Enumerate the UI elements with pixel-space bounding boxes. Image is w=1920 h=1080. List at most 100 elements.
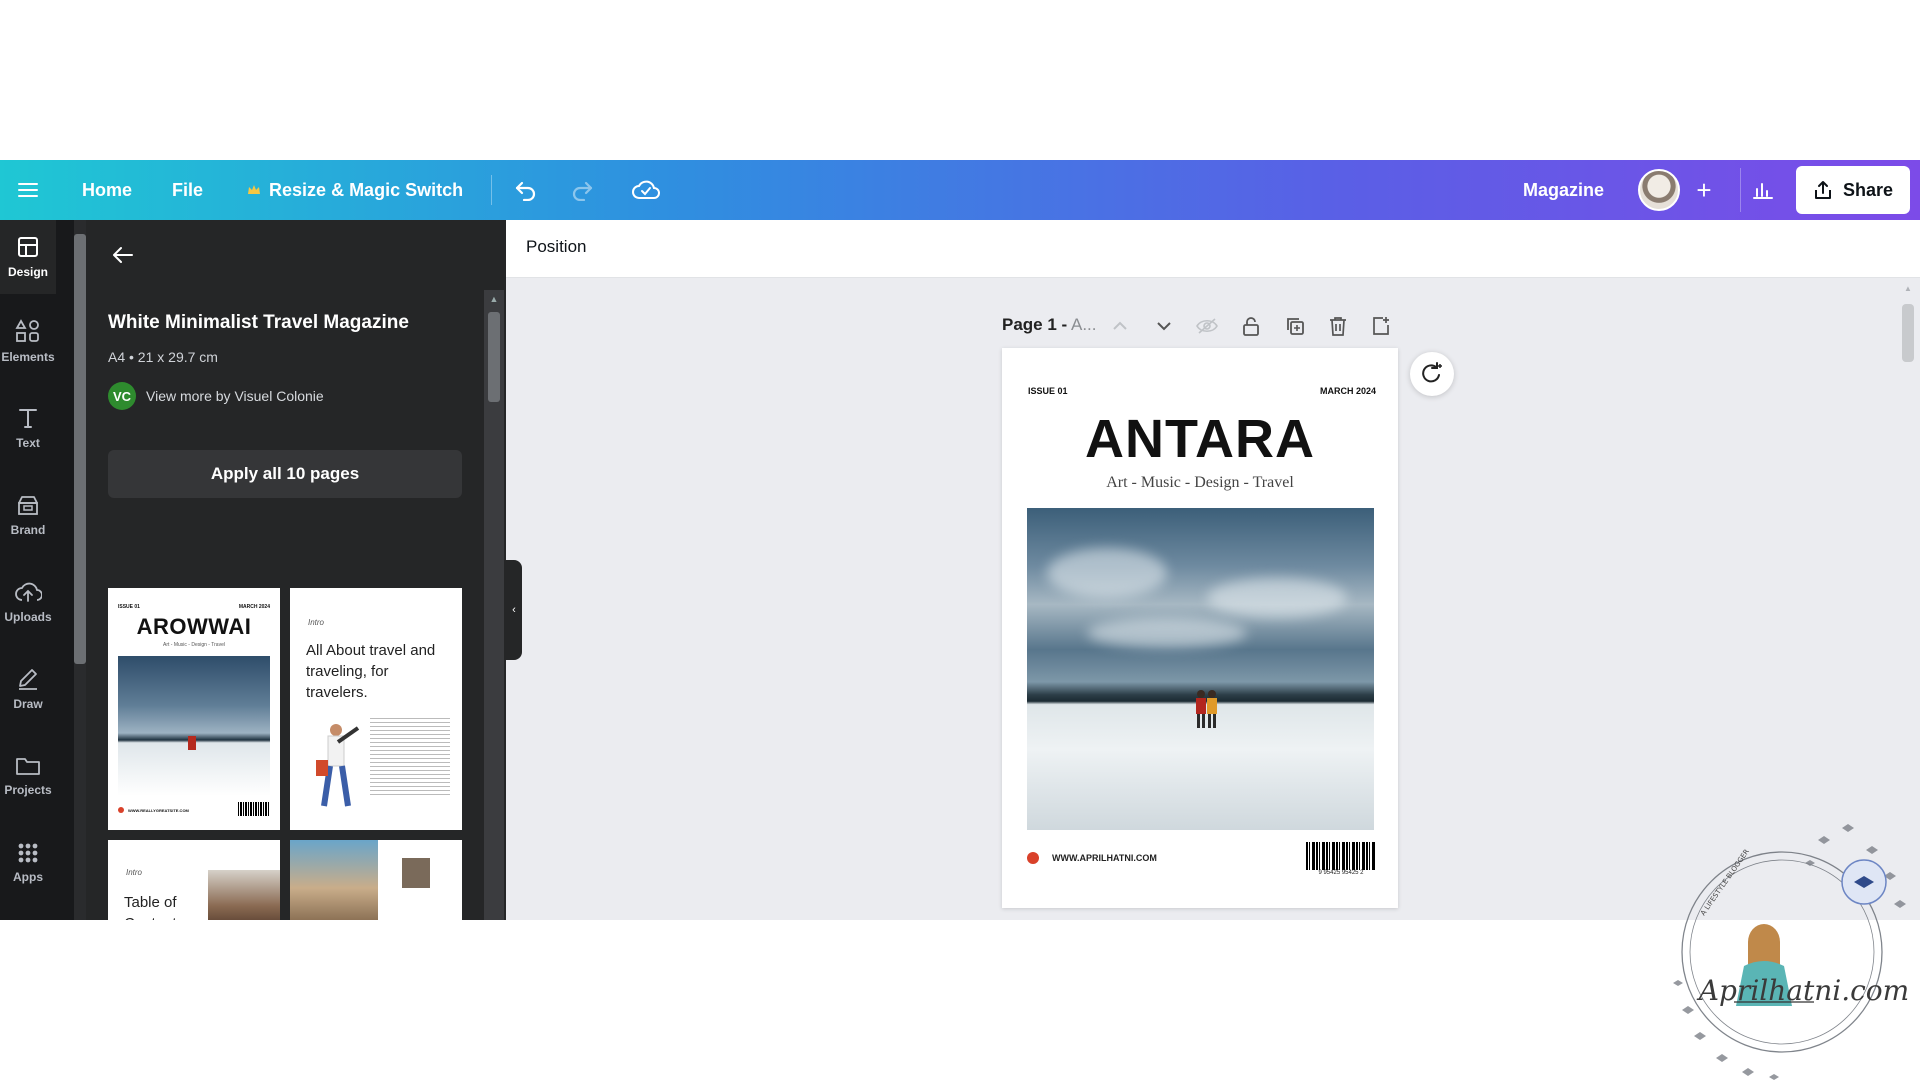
arrow-left-icon [113, 247, 133, 263]
watermark-tagline: A LIFESTYLE BLOGGER [1699, 848, 1751, 917]
thumb-photo [290, 840, 378, 920]
scroll-up-icon[interactable]: ▲ [1904, 284, 1912, 293]
issue-date[interactable]: MARCH 2024 [1320, 386, 1376, 396]
add-page-icon [1373, 317, 1389, 335]
redo-icon [573, 181, 593, 201]
home-label: Home [82, 179, 133, 200]
position-button[interactable]: Position [526, 237, 586, 257]
thumb-barcode [238, 802, 270, 816]
rail-label-design: Design [7, 265, 48, 279]
issue-number[interactable]: ISSUE 01 [1028, 386, 1068, 396]
side-rail: Design Elements Text Brand Uploads Draw … [0, 220, 86, 920]
back-button[interactable] [108, 240, 138, 270]
canva-editor: Home File Resize & Magic Switch Magazine… [0, 160, 1920, 920]
traveler-illustration [316, 724, 360, 807]
add-collaborator-button[interactable]: + [1686, 172, 1722, 208]
rail-label-elements: Elements [1, 350, 55, 364]
regenerate-button[interactable] [1410, 352, 1454, 396]
magazine-title[interactable]: ANTARA [1002, 408, 1398, 470]
rail-item-brand[interactable]: Brand [0, 478, 56, 552]
move-page-up-button[interactable] [1106, 312, 1134, 340]
thumb-photo [118, 656, 270, 796]
rail-item-elements[interactable]: Elements [0, 304, 56, 378]
hamburger-icon [18, 183, 38, 197]
folder-icon [16, 758, 40, 775]
top-bar: Home File Resize & Magic Switch Magazine… [0, 160, 1920, 220]
template-page-thumbnail[interactable]: Intro Table of Contents [108, 840, 280, 920]
file-menu[interactable]: File [172, 180, 203, 201]
cover-photo[interactable] [1027, 508, 1374, 830]
rail-label-apps: Apps [13, 870, 43, 884]
cloud-shape [1207, 578, 1347, 618]
collapse-panel-button[interactable]: ‹ [506, 560, 522, 660]
lock-page-button[interactable] [1237, 312, 1265, 340]
panel-scrollbar-thumb[interactable] [488, 312, 500, 402]
rail-scrollbar[interactable] [74, 234, 86, 664]
page-name: A... [1067, 315, 1097, 334]
rail-item-projects[interactable]: Projects [0, 739, 56, 813]
thumb-intro: Intro [308, 618, 325, 627]
delete-page-button[interactable] [1324, 312, 1352, 340]
resize-label: Resize & Magic Switch [269, 179, 464, 200]
avatar[interactable] [1638, 169, 1680, 211]
design-panel: White Minimalist Travel Magazine A4 • 21… [86, 220, 506, 920]
magazine-page[interactable]: ISSUE 01 MARCH 2024 ANTARA Art - Music -… [1002, 348, 1398, 908]
chevron-left-icon: ‹ [512, 604, 516, 616]
insights-button[interactable] [1740, 168, 1784, 212]
template-page-thumbnail[interactable]: Intro All About travel and traveling, fo… [290, 588, 462, 830]
thumb-dot [118, 807, 124, 813]
cloud-save-status[interactable] [626, 170, 666, 210]
undo-icon [515, 181, 536, 201]
thumb-url: WWW.REALLYGREATSITE.COM [128, 808, 189, 813]
plus-icon: + [1696, 174, 1712, 205]
rail-item-uploads[interactable]: Uploads [0, 565, 56, 639]
thumb-title: AROWWAI [136, 614, 252, 639]
move-page-down-button[interactable] [1150, 312, 1178, 340]
template-title: White Minimalist Travel Magazine [108, 312, 409, 333]
crown-icon [248, 185, 261, 194]
rail-item-text[interactable]: Text [0, 391, 56, 465]
resize-magic-switch-button[interactable]: Resize & Magic Switch [247, 180, 463, 201]
rail-item-draw[interactable]: Draw [0, 652, 56, 726]
undo-button[interactable] [506, 170, 546, 210]
barcode[interactable] [1306, 842, 1376, 870]
design-icon [18, 237, 38, 257]
apply-all-pages-button[interactable]: Apply all 10 pages [108, 450, 462, 498]
bar-chart-icon [1752, 183, 1773, 199]
rail-label-brand: Brand [10, 523, 46, 537]
chevron-up-icon [1113, 321, 1127, 330]
panel-scrollbar[interactable]: ▲ [484, 290, 504, 920]
hide-page-button[interactable] [1193, 312, 1221, 340]
share-button[interactable]: Share [1796, 166, 1910, 214]
duplicate-page-button[interactable] [1281, 312, 1309, 340]
menu-button[interactable] [0, 160, 56, 220]
duplicate-icon [1287, 318, 1304, 335]
canvas-scrollbar-thumb[interactable] [1902, 304, 1914, 362]
chevron-down-icon [1157, 322, 1171, 331]
toolbar-divider [491, 175, 493, 205]
home-menu[interactable]: Home [82, 180, 132, 201]
scroll-up-icon[interactable]: ▲ [488, 294, 500, 304]
design-title[interactable]: Magazine [1523, 180, 1604, 201]
template-page-thumbnail[interactable]: ISSUE 01 MARCH 2024 AROWWAI Art - Music … [108, 588, 280, 830]
rail-item-apps[interactable]: Apps [0, 826, 56, 900]
author-label: View more by Visuel Colonie [146, 388, 324, 404]
rail-label-text: Text [16, 436, 40, 450]
redo-button[interactable] [562, 170, 602, 210]
thumb-issue: ISSUE 01 [118, 604, 140, 610]
footer-dot [1027, 852, 1039, 864]
context-toolbar: Position [506, 220, 1920, 278]
footer-url[interactable]: WWW.APRILHATNI.COM [1052, 853, 1157, 863]
barcode-number: 9 95425 95425 2 [1306, 870, 1376, 876]
add-page-button[interactable] [1367, 312, 1395, 340]
brand-icon [18, 496, 38, 515]
magazine-subtitle[interactable]: Art - Music - Design - Travel [1002, 474, 1398, 492]
template-page-thumbnail[interactable] [290, 840, 462, 920]
page-number: Page 1 - [1002, 315, 1068, 334]
top-bar-right: Magazine + Share [1523, 160, 1910, 220]
rail-label-uploads: Uploads [4, 610, 52, 624]
template-size: A4 • 21 x 29.7 cm [108, 349, 218, 365]
author-link[interactable]: VC View more by Visuel Colonie [108, 382, 324, 410]
rail-item-design[interactable]: Design [0, 220, 56, 294]
page-title[interactable]: Page 1 - A... [1002, 315, 1097, 335]
